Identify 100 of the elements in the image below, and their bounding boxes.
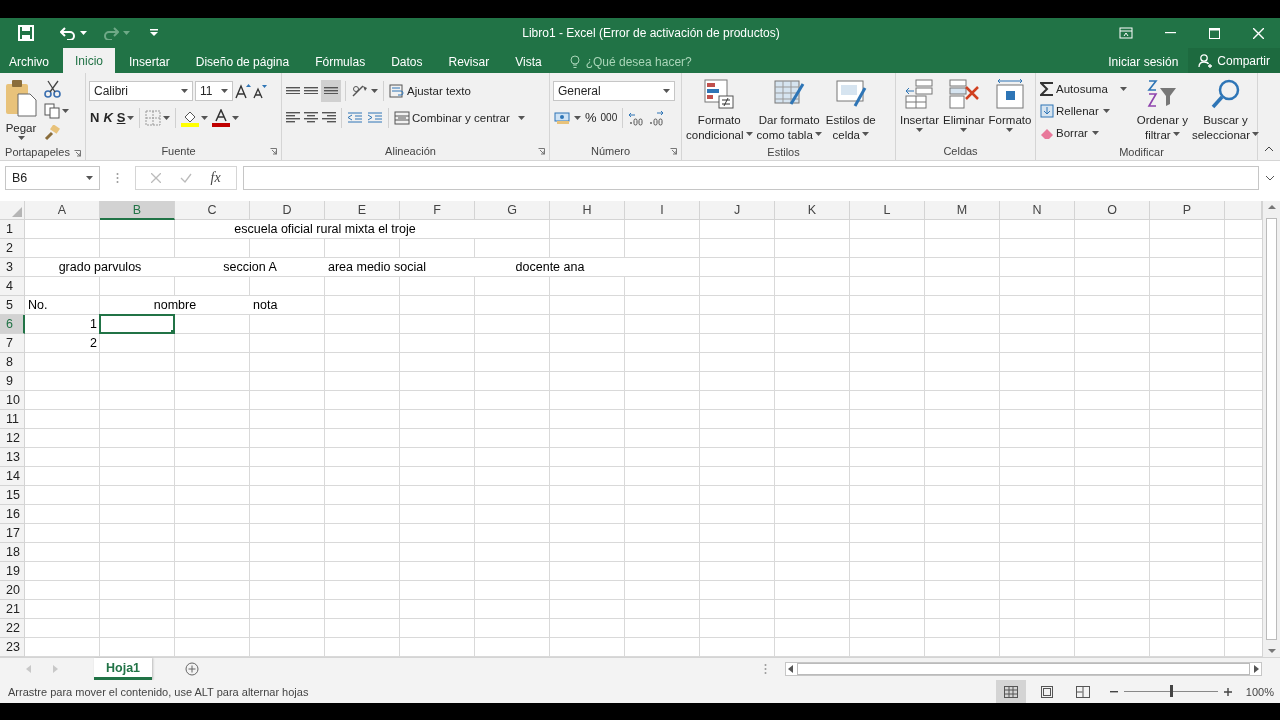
ribbon-tab[interactable]: Datos	[379, 51, 435, 73]
ribbon-button[interactable]: Insertar	[899, 78, 940, 135]
row-header[interactable]: 21	[0, 600, 25, 619]
paste-button[interactable]: Pegar	[3, 78, 39, 143]
column-header[interactable]: J	[700, 201, 775, 220]
more-icon[interactable]	[116, 172, 119, 184]
formula-input[interactable]	[243, 166, 1259, 190]
editing-menu-button[interactable]: Borrar	[1039, 122, 1128, 144]
insert-function-button[interactable]: fx	[210, 170, 221, 186]
customize-icon[interactable]	[150, 29, 158, 37]
ribbon-button[interactable]: Ordenar y filtrar	[1135, 78, 1189, 143]
row-header[interactable]: 18	[0, 543, 25, 562]
font-name-field[interactable]: Calibri	[89, 80, 193, 101]
save-icon[interactable]	[18, 25, 34, 41]
ribbon-tab[interactable]: Archivo	[0, 51, 61, 73]
scroll-right-icon[interactable]	[1254, 665, 1259, 673]
row-header[interactable]: 9	[0, 372, 25, 391]
row-header[interactable]: 5	[0, 296, 25, 315]
ribbon-tab[interactable]: Revisar	[436, 51, 502, 73]
scroll-left-icon[interactable]	[788, 665, 793, 673]
share-button[interactable]: Compartir	[1188, 48, 1280, 73]
column-header[interactable]: N	[1000, 201, 1075, 220]
thousands-button[interactable]: 000	[599, 106, 619, 129]
row-header[interactable]: 8	[0, 353, 25, 372]
row-header[interactable]: 16	[0, 505, 25, 524]
ribbon-tab[interactable]: Fórmulas	[303, 51, 378, 73]
ribbon-tab[interactable]: Diseño de página	[183, 51, 302, 73]
row-header[interactable]: 22	[0, 619, 25, 638]
collapse-ribbon-icon[interactable]	[1264, 146, 1274, 152]
redo-button[interactable]	[103, 26, 130, 40]
number-format-field[interactable]: General	[553, 80, 675, 101]
ribbon-tab[interactable]: Vista	[503, 51, 554, 73]
grow-font-icon[interactable]	[235, 82, 251, 99]
row-header[interactable]: 3	[0, 258, 25, 277]
scrollbar-thumb[interactable]	[797, 663, 1250, 675]
ribbon-button[interactable]: Buscar y seleccionar	[1190, 78, 1261, 143]
normal-view-button[interactable]	[995, 680, 1026, 703]
editing-menu-button[interactable]: Autosuma	[1039, 78, 1128, 100]
check-icon[interactable]	[179, 173, 192, 183]
row-header[interactable]: 14	[0, 467, 25, 486]
zoom-in-icon[interactable]	[1223, 687, 1232, 696]
row-header[interactable]: 1	[0, 220, 25, 239]
column-header[interactable]: C	[175, 201, 250, 220]
column-header[interactable]: H	[550, 201, 625, 220]
row-header[interactable]: 23	[0, 638, 25, 657]
ribbon-tab[interactable]: Insertar	[117, 51, 182, 73]
merge-center-button[interactable]: Combinar y centrar	[393, 106, 526, 129]
row-header[interactable]: 11	[0, 410, 25, 429]
row-header[interactable]: 2	[0, 239, 25, 258]
column-header[interactable]: G	[475, 201, 550, 220]
zoom-out-icon[interactable]	[1109, 690, 1118, 693]
ribbon-button[interactable]: Formato	[987, 78, 1033, 135]
ribbon-button[interactable]: Dar formato como tabla	[755, 78, 823, 143]
column-header[interactable]: I	[625, 201, 700, 220]
ribbon-button[interactable]: Formato condicional	[685, 78, 754, 143]
row-header[interactable]: 13	[0, 448, 25, 467]
bottom-align-button[interactable]	[321, 79, 341, 102]
column-header[interactable]: P	[1150, 201, 1225, 220]
dialog-launcher-icon[interactable]	[74, 150, 81, 157]
dialog-launcher-icon[interactable]	[270, 148, 277, 155]
column-header[interactable]: B	[100, 201, 175, 220]
column-header[interactable]: F	[400, 201, 475, 220]
sheet-tab[interactable]: Hoja1	[94, 658, 153, 680]
column-header[interactable]: M	[925, 201, 1000, 220]
row-header[interactable]: 7	[0, 334, 25, 353]
underline-button[interactable]: S	[115, 106, 136, 129]
active-cell-border[interactable]	[99, 314, 175, 334]
row-header[interactable]: 12	[0, 429, 25, 448]
dialog-launcher-icon[interactable]	[538, 148, 545, 155]
column-header[interactable]: D	[250, 201, 325, 220]
tell-me-field[interactable]: ¿Qué desea hacer?	[585, 55, 692, 69]
zoom-level[interactable]: 100%	[1245, 685, 1274, 698]
row-header[interactable]: 15	[0, 486, 25, 505]
shrink-font-icon[interactable]	[253, 82, 267, 99]
bold-button[interactable]: N	[89, 106, 101, 129]
ribbon-tab[interactable]: Inicio	[63, 48, 116, 73]
name-box[interactable]: B6	[5, 166, 100, 190]
scroll-down-icon[interactable]	[1267, 649, 1276, 654]
row-header[interactable]: 17	[0, 524, 25, 543]
sign-in-link[interactable]: Iniciar sesión	[1108, 51, 1179, 73]
scrollbar-thumb[interactable]	[1266, 218, 1277, 640]
italic-button[interactable]: K	[102, 106, 114, 129]
column-header[interactable]: L	[850, 201, 925, 220]
column-header[interactable]: O	[1075, 201, 1150, 220]
column-header[interactable]: K	[775, 201, 850, 220]
scroll-up-icon[interactable]	[1267, 204, 1276, 209]
font-size-field[interactable]: 11	[195, 80, 233, 101]
ribbon-button[interactable]: Eliminar	[942, 78, 986, 135]
copy-button[interactable]	[43, 100, 70, 122]
zoom-slider-thumb[interactable]	[1169, 685, 1173, 697]
ribbon-button[interactable]: Estilos de celda	[824, 78, 877, 143]
dialog-launcher-icon[interactable]	[670, 148, 677, 155]
editing-menu-button[interactable]: Rellenar	[1039, 100, 1128, 122]
percent-button[interactable]: %	[584, 106, 598, 129]
font-color-button[interactable]	[211, 106, 241, 129]
splitter-icon[interactable]	[764, 663, 767, 675]
row-header[interactable]: 19	[0, 562, 25, 581]
row-header[interactable]: 20	[0, 581, 25, 600]
column-header[interactable]: A	[25, 201, 100, 220]
expand-icon[interactable]	[1265, 175, 1275, 181]
